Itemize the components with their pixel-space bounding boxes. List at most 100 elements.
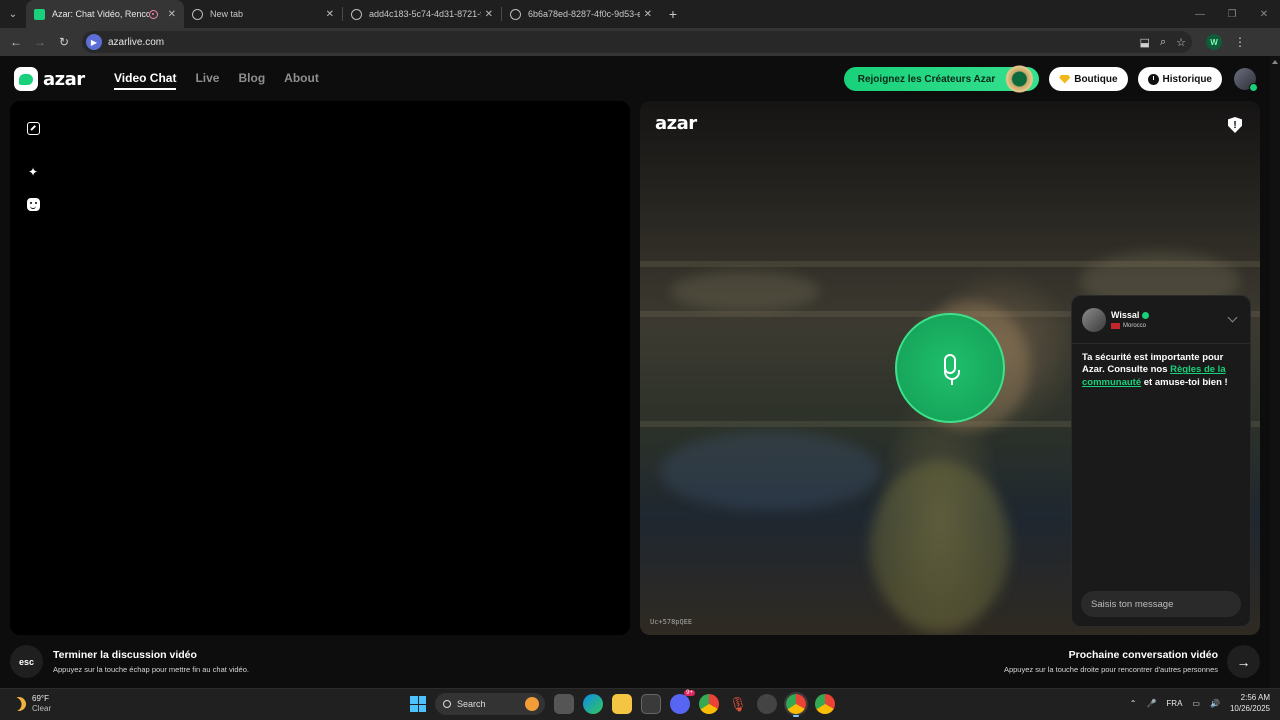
browser-tab-bar: ⌄ Azar: Chat Vidéo, Rencontre ✕ New tab … <box>0 0 1280 28</box>
chrome-active-icon[interactable] <box>784 692 808 717</box>
main-nav: Video Chat Live Blog About <box>114 71 319 90</box>
minimize-icon[interactable]: — <box>1184 0 1216 28</box>
recorder-mic-icon[interactable]: 🎙 <box>728 694 748 714</box>
window-controls: — ❐ ✕ <box>1184 0 1280 28</box>
new-tab-button[interactable]: + <box>660 0 686 28</box>
input-language[interactable]: FRA <box>1166 699 1182 708</box>
next-chat-title: Prochaine conversation vidéo <box>1068 649 1218 661</box>
partner-silhouette <box>870 461 1010 631</box>
partner-country-row: Morocco <box>1111 323 1149 329</box>
next-chat-subtitle: Appuyez sur la touche droite pour rencon… <box>1003 665 1218 674</box>
historique-button[interactable]: Historique <box>1137 67 1222 91</box>
report-shield-icon[interactable]: ! <box>1228 117 1242 133</box>
tab-close-icon[interactable]: ✕ <box>485 9 493 20</box>
boutique-button[interactable]: Boutique <box>1049 67 1128 91</box>
logo-text: azar <box>43 68 85 90</box>
microphone-in-use-icon[interactable]: 🎤 <box>1146 699 1156 708</box>
tab-close-icon[interactable]: ✕ <box>168 9 176 20</box>
creator-illustration-icon <box>1005 65 1042 93</box>
volume-icon[interactable]: 🔊 <box>1210 699 1220 708</box>
partner-name: Wissal <box>1111 310 1140 320</box>
task-view-icon[interactable] <box>554 694 574 714</box>
esc-end-button[interactable]: esc <box>10 645 43 678</box>
nav-live[interactable]: Live <box>195 71 219 90</box>
azar-favicon-icon <box>34 8 45 20</box>
profile-avatar[interactable]: W <box>1206 34 1222 50</box>
end-chat-hint: Terminer la discussion vidéo Appuyez sur… <box>53 649 249 674</box>
safety-message-end: et amuse-toi bien ! <box>1141 376 1228 388</box>
browser-menu-icon[interactable]: ⋮ <box>1234 35 1246 49</box>
store-icon[interactable] <box>641 694 661 714</box>
user-avatar[interactable] <box>1234 68 1258 92</box>
safety-message: Ta sécurité est importante pour Azar. Co… <box>1072 344 1250 397</box>
local-video-panel: ✦ <box>10 101 630 635</box>
windows-start-icon[interactable] <box>410 696 426 712</box>
maximize-icon[interactable]: ❐ <box>1216 0 1248 28</box>
sparkle-effects-icon[interactable]: ✦ <box>26 165 40 179</box>
nav-about[interactable]: About <box>284 71 319 90</box>
fullscreen-frame-icon[interactable] <box>26 121 40 135</box>
partner-avatar[interactable] <box>1082 307 1106 332</box>
azar-watermark: azar <box>655 113 697 134</box>
globe-icon <box>192 8 203 20</box>
chrome-profile-icon[interactable] <box>815 694 835 714</box>
azar-logo-icon <box>14 67 38 91</box>
app-icon[interactable] <box>757 694 777 714</box>
tab-new-tab[interactable]: New tab ✕ <box>184 0 342 28</box>
end-chat-subtitle: Appuyez sur la touche échap pour mettre … <box>53 665 249 674</box>
discord-icon[interactable]: 9+ <box>670 690 695 714</box>
clock-time: 2:56 AM <box>1240 693 1270 702</box>
bookmark-star-icon[interactable]: ☆ <box>1176 36 1186 49</box>
tab-close-icon[interactable]: ✕ <box>644 9 652 20</box>
weather-widget[interactable]: 69°F Clear <box>12 694 51 715</box>
azar-logo[interactable]: azar <box>14 67 85 91</box>
chat-message-input[interactable] <box>1081 591 1241 617</box>
recording-icon <box>148 9 158 19</box>
system-tray: ⌃ 🎤 FRA ▭ 🔊 2:56 AM 10/26/2025 <box>1130 693 1270 715</box>
chat-panel: Wissal Morocco Ta sécurité est important… <box>1071 295 1251 627</box>
back-icon[interactable]: ← <box>4 35 28 49</box>
reload-icon[interactable]: ↻ <box>52 35 76 49</box>
sticker-face-icon[interactable] <box>26 197 40 211</box>
chat-header[interactable]: Wissal Morocco <box>1072 296 1250 344</box>
background-blur <box>670 271 820 311</box>
nav-video-chat[interactable]: Video Chat <box>114 71 177 90</box>
tray-chevron-up-icon[interactable]: ⌃ <box>1130 699 1137 708</box>
tab-uuid-2[interactable]: 6b6a78ed-8287-4f0c-9d53-e4 ✕ <box>502 0 660 28</box>
chevron-down-icon[interactable] <box>1227 312 1238 323</box>
moon-icon <box>9 695 28 714</box>
end-chat-title: Terminer la discussion vidéo <box>53 649 197 661</box>
system-clock[interactable]: 2:56 AM 10/26/2025 <box>1230 693 1270 715</box>
omnibox[interactable]: ▶ azarlive.com ⬓ ⌕ ☆ <box>82 31 1192 53</box>
taskbar-search[interactable]: Search <box>435 693 545 715</box>
microphone-button[interactable] <box>895 313 1005 423</box>
tab-title: add4c183-5c74-4d31-8721-f2 <box>369 9 481 19</box>
site-info-icon[interactable]: ▶ <box>86 34 102 50</box>
forward-icon[interactable]: → <box>28 35 52 49</box>
page-scrollbar[interactable] <box>1270 56 1280 688</box>
edge-icon[interactable] <box>583 694 603 714</box>
tab-close-icon[interactable]: ✕ <box>326 9 334 20</box>
boutique-label: Boutique <box>1074 73 1118 85</box>
network-icon[interactable]: ▭ <box>1192 699 1200 708</box>
tab-azar[interactable]: Azar: Chat Vidéo, Rencontre ✕ <box>26 0 184 28</box>
tab-title: 6b6a78ed-8287-4f0c-9d53-e4 <box>528 9 640 19</box>
globe-icon <box>351 8 362 20</box>
morocco-flag-icon <box>1111 323 1120 329</box>
nav-blog[interactable]: Blog <box>238 71 265 90</box>
tab-title: Azar: Chat Vidéo, Rencontre <box>52 9 149 19</box>
search-icon <box>443 700 451 708</box>
join-creators-button[interactable]: Rejoignez les Créateurs Azar <box>843 65 1042 93</box>
address-bar-row: ← → ↻ ▶ azarlive.com ⬓ ⌕ ☆ W ⋮ <box>0 28 1280 56</box>
notification-badge: 9+ <box>684 690 695 696</box>
background-blur <box>660 431 880 511</box>
url-text: azarlive.com <box>108 36 165 48</box>
close-window-icon[interactable]: ✕ <box>1248 0 1280 28</box>
tab-search-icon[interactable]: ⌄ <box>0 0 26 28</box>
file-explorer-icon[interactable] <box>612 694 632 714</box>
chrome-icon[interactable] <box>699 694 719 714</box>
next-arrow-button[interactable]: → <box>1227 645 1260 678</box>
install-app-icon[interactable]: ⬓ <box>1140 36 1150 49</box>
tab-uuid-1[interactable]: add4c183-5c74-4d31-8721-f2 ✕ <box>343 0 501 28</box>
zoom-icon[interactable]: ⌕ <box>1160 36 1166 49</box>
